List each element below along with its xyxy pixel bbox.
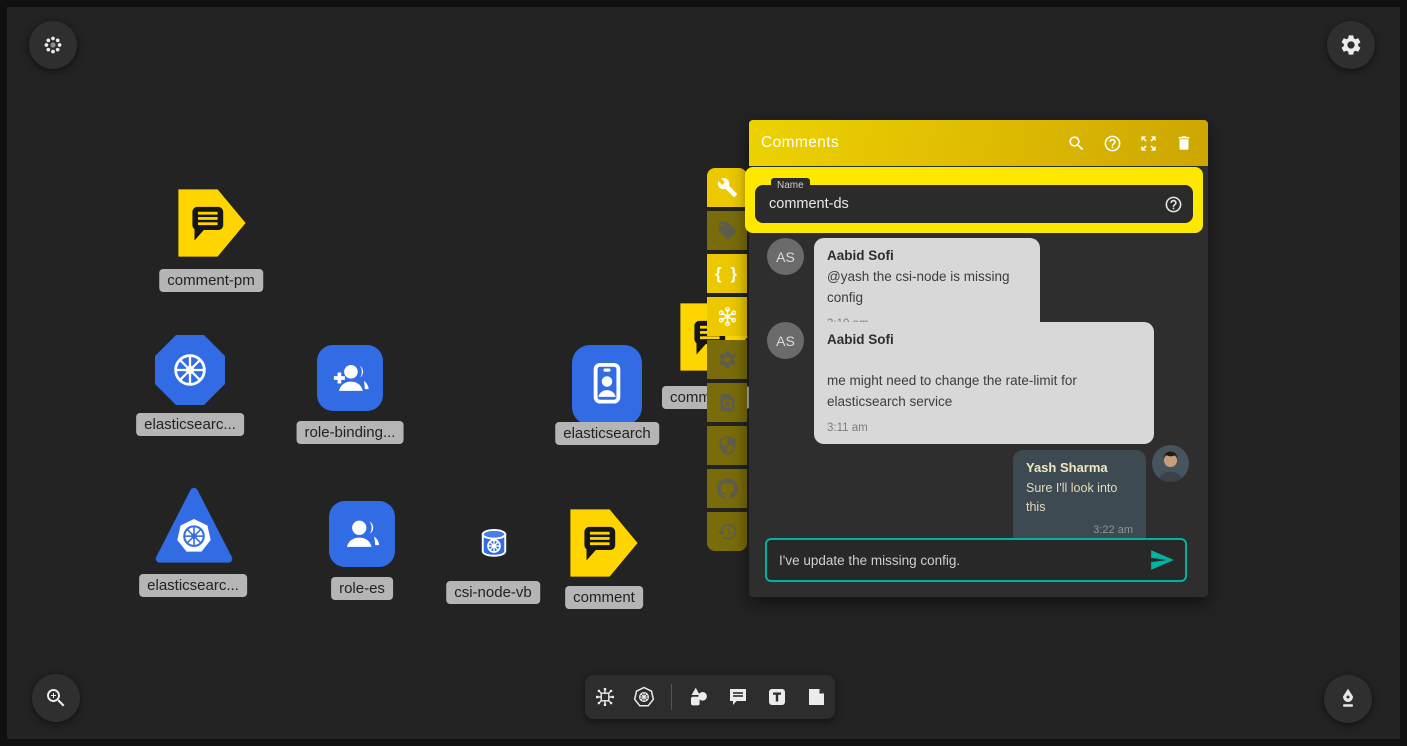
avatar: AS [767,322,804,359]
security-button[interactable] [707,426,747,465]
doc-search-icon [717,392,738,413]
node-csi-node-vb[interactable] [475,525,513,561]
name-field[interactable]: Name [755,185,1193,223]
hub-icon [716,305,739,328]
panel-title: Comments [761,134,1050,152]
app-stage: comment-pm elasticsearc... [0,0,1407,746]
text-tool-icon[interactable] [765,685,789,709]
kubernetes-wheel-icon [169,349,211,391]
pen-tool-fab[interactable] [1324,675,1372,723]
avatar-photo [1152,445,1189,482]
comment-icon[interactable] [726,685,750,709]
node-label[interactable]: elasticsearc... [136,413,244,436]
node-comment-pm[interactable] [177,187,247,259]
settings-button[interactable] [707,340,747,379]
component-icon[interactable] [593,685,617,709]
config-braces-button[interactable]: { } [707,254,747,293]
github-button[interactable] [707,469,747,508]
message-text: Sure I'll look into this [1026,479,1133,518]
zoom-fab[interactable] [32,674,80,722]
shapes-icon[interactable] [687,685,711,709]
chat-input-box[interactable] [765,538,1187,582]
history-icon [717,521,738,542]
design-canvas[interactable]: comment-pm elasticsearc... [7,7,1400,739]
flower-icon [42,34,64,56]
avatar: AS [767,238,804,275]
message-text: me might need to change the rate-limit f… [827,371,1141,413]
node-label[interactable]: comment-pm [159,269,263,292]
node-elasticsearch-octagon[interactable] [155,335,225,405]
chat-message: AS Aabid Sofi me might need to change th… [767,322,1154,444]
message-time: 3:11 am [827,422,1141,434]
message-text: @yash the csi-node is missing config [827,267,1027,309]
help-icon[interactable] [1102,133,1122,153]
configure-button[interactable] [707,168,747,207]
message-time: 3:22 am [1026,524,1133,536]
image-icon[interactable] [804,685,828,709]
node-label[interactable]: role-binding... [297,421,404,444]
comment-shape-icon [569,507,639,579]
chat-input[interactable] [767,553,1149,568]
wrench-icon [717,177,738,198]
kubernetes-icon[interactable] [632,685,656,709]
node-role-es[interactable] [329,501,395,567]
message-bubble: Aabid Sofi me might need to change the r… [814,322,1154,444]
settings-fab[interactable] [1327,21,1375,69]
node-label[interactable]: role-es [331,577,393,600]
send-icon[interactable] [1149,547,1175,573]
shield-icon [717,435,738,456]
node-elasticsearch-serviceaccount[interactable] [572,345,642,425]
tag-icon [717,220,738,241]
node-role-binding[interactable] [317,345,383,411]
user-plus-icon [328,356,372,400]
gear-icon [717,349,738,370]
comments-panel: Comments Name [749,120,1208,597]
github-icon [717,478,738,499]
node-comment[interactable] [569,507,639,579]
name-input[interactable] [755,196,1164,212]
field-help-icon[interactable] [1164,195,1183,214]
toolbar-divider [671,684,672,710]
braces-icon: { } [715,264,739,284]
zoom-in-icon [44,686,68,710]
message-bubble: Yash Sharma Sure I'll look into this 3:2… [1013,450,1146,546]
node-label[interactable]: elasticsearc... [139,574,247,597]
delete-icon[interactable] [1174,133,1194,153]
history-button[interactable] [707,512,747,551]
node-label[interactable]: csi-node-vb [446,581,540,604]
node-elasticsearch-triangle[interactable] [155,485,233,567]
selected-node-highlight: Name [745,167,1203,233]
message-author: Aabid Sofi [827,248,1027,263]
search-icon[interactable] [1066,133,1086,153]
node-action-toolbar: { } [707,168,747,551]
name-field-label: Name [771,178,810,193]
node-label[interactable]: elasticsearch [555,422,659,445]
pen-nib-icon [1335,686,1361,712]
doc-search-button[interactable] [707,383,747,422]
storage-cylinder-icon [475,525,513,561]
message-author: Aabid Sofi [827,332,1141,347]
kubernetes-triangle-icon [155,485,233,567]
app-menu-button[interactable] [29,21,77,69]
comments-panel-header[interactable]: Comments [749,120,1208,166]
comment-shape-icon [177,187,247,259]
canvas-tools-toolbar [585,675,835,719]
chat-message-own: Yash Sharma Sure I'll look into this 3:2… [1013,450,1146,546]
hub-button[interactable] [707,297,747,336]
service-account-badge-icon [586,360,628,410]
users-icon [340,512,384,556]
message-author: Yash Sharma [1026,460,1133,475]
gear-icon [1339,33,1363,57]
expand-icon[interactable] [1138,133,1158,153]
node-label[interactable]: comment [565,586,643,609]
tag-button[interactable] [707,211,747,250]
